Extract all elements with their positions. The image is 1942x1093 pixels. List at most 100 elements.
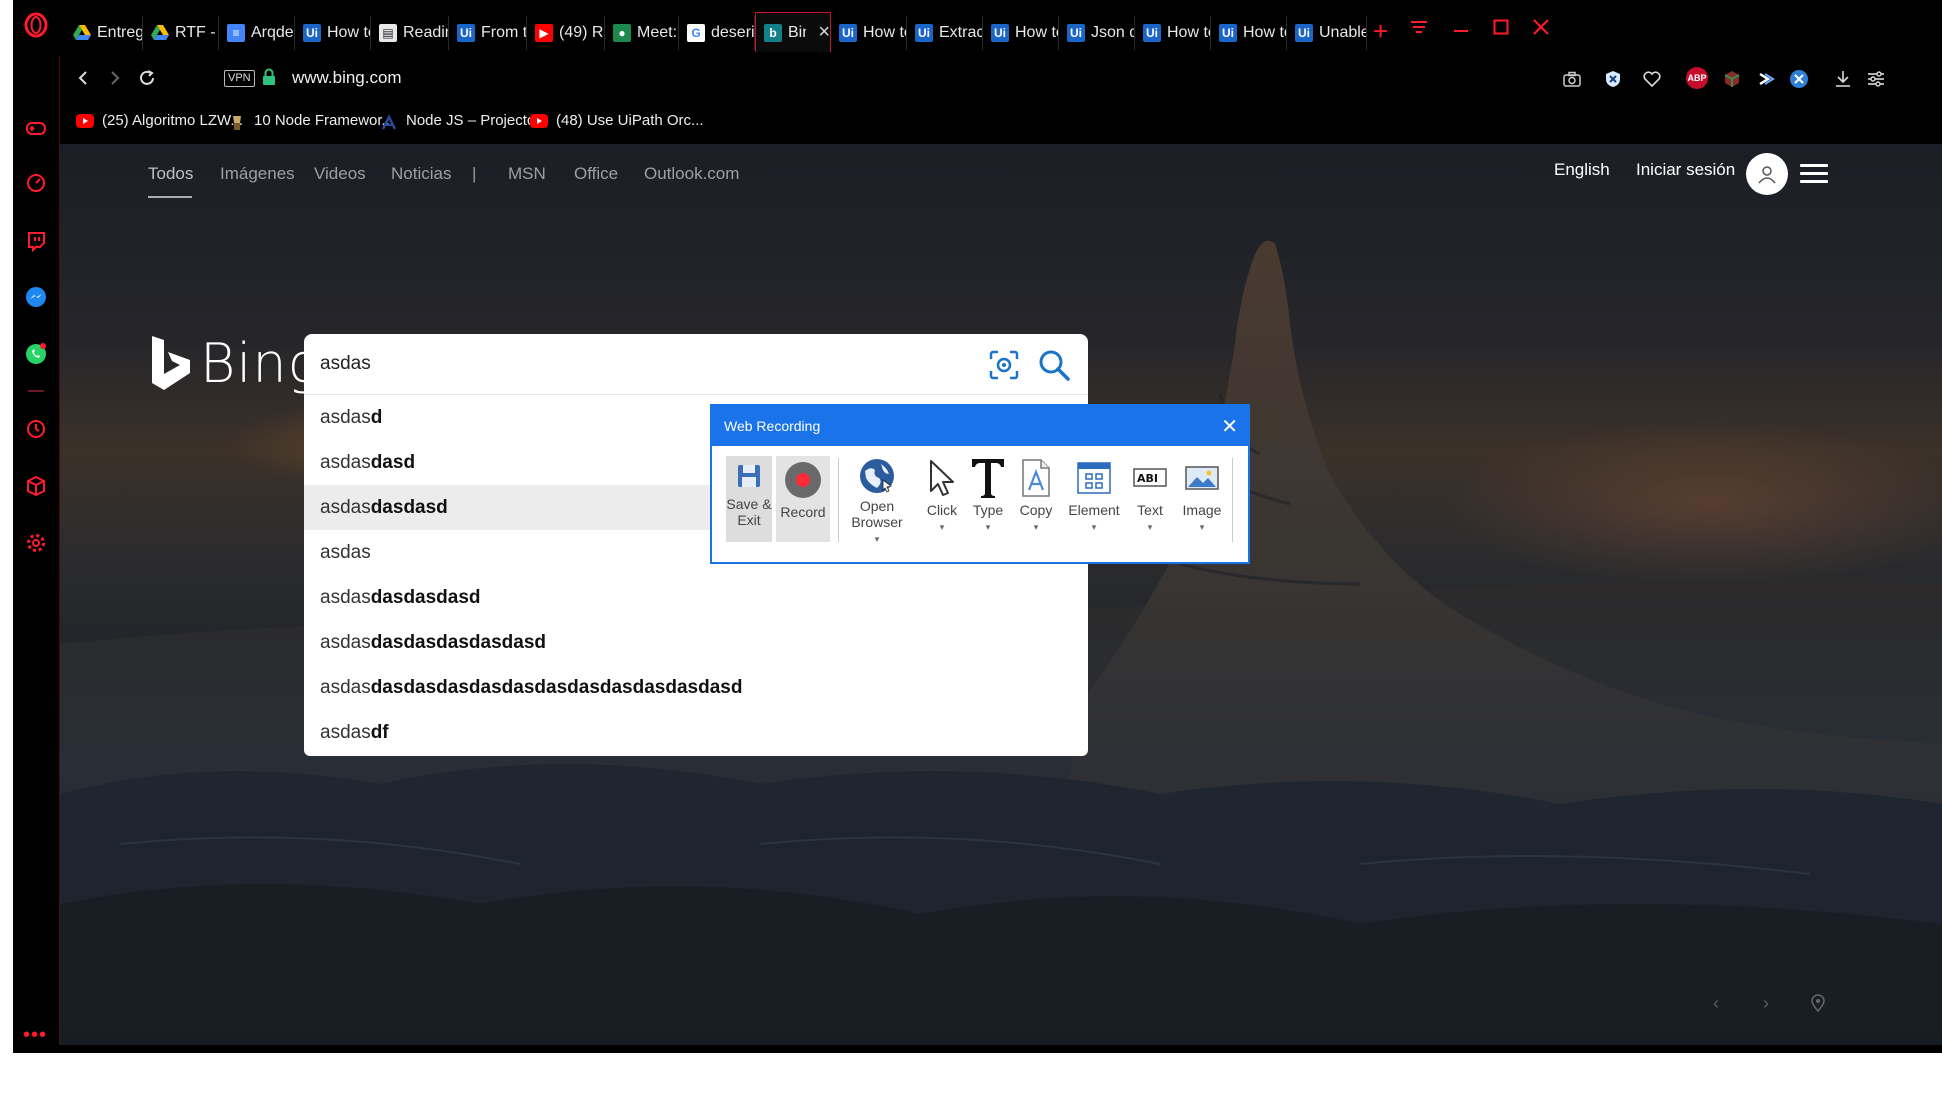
recorder-toolbar: Save & Exit Record Open Browser ▾ Click … bbox=[712, 446, 1248, 564]
search-icon[interactable] bbox=[1037, 348, 1071, 382]
suggestion-item[interactable]: asdas dasdasdasd bbox=[304, 575, 1088, 620]
suggestion-completion: dasdasdasdasdasdasdasdasdasdasdasd bbox=[370, 676, 743, 698]
tab[interactable]: Ui From th bbox=[449, 16, 527, 50]
minimize-icon[interactable] bbox=[1441, 12, 1481, 42]
close-tab-icon[interactable]: × bbox=[818, 21, 830, 44]
tab[interactable]: Ui How to bbox=[295, 16, 371, 50]
click-button[interactable]: Click ▾ bbox=[920, 456, 964, 542]
gamepad-icon[interactable] bbox=[21, 113, 51, 143]
hamburger-menu-icon[interactable] bbox=[1800, 164, 1828, 184]
save-exit-button[interactable]: Save & Exit bbox=[726, 456, 772, 542]
reload-icon[interactable] bbox=[132, 63, 162, 93]
tab[interactable]: Ui Json de bbox=[1059, 16, 1135, 50]
next-image-icon[interactable]: › bbox=[1750, 987, 1782, 1019]
location-pin-icon[interactable] bbox=[1802, 987, 1834, 1019]
nav-outlook[interactable]: Outlook.com bbox=[644, 164, 739, 184]
extensions-cube-icon[interactable] bbox=[21, 471, 51, 501]
settings-gear-icon[interactable] bbox=[21, 528, 51, 558]
lock-icon[interactable] bbox=[262, 68, 282, 88]
tab[interactable]: Entrega bbox=[65, 16, 143, 50]
nav-todos[interactable]: Todos bbox=[148, 164, 193, 184]
tab-active[interactable]: b Bing × bbox=[755, 12, 831, 52]
speed-dial-icon[interactable] bbox=[21, 168, 51, 198]
messenger-icon[interactable] bbox=[21, 282, 51, 312]
twitch-icon[interactable] bbox=[21, 226, 51, 256]
tab[interactable]: Ui Unable bbox=[1287, 16, 1367, 50]
bookmark-item[interactable]: (48) Use UiPath Orc... bbox=[530, 112, 704, 129]
type-button[interactable]: Type ▾ bbox=[968, 456, 1008, 542]
previous-image-icon[interactable]: ‹ bbox=[1700, 987, 1732, 1019]
save-exit-label: Save & Exit bbox=[726, 496, 772, 528]
close-window-icon[interactable] bbox=[1521, 12, 1561, 42]
close-icon[interactable]: ✕ bbox=[1221, 414, 1238, 439]
suggestion-item[interactable]: asdas dasdasdasdasdasd bbox=[304, 620, 1088, 665]
more-dots-icon[interactable]: ••• bbox=[23, 1024, 47, 1047]
whatsapp-icon[interactable] bbox=[21, 339, 51, 369]
visual-search-icon[interactable] bbox=[988, 349, 1020, 381]
tab[interactable]: Ui How to bbox=[1135, 16, 1211, 50]
language-link[interactable]: English bbox=[1554, 160, 1610, 180]
suggestion-prefix: asdas bbox=[320, 586, 371, 608]
forward-arrow-icon[interactable] bbox=[100, 63, 130, 93]
image-button[interactable]: Image ▾ bbox=[1176, 456, 1228, 542]
tab-label: Meet: o bbox=[637, 24, 678, 41]
tab-bar: Entrega RTF - Ar ≡ ArqdeS Ui How to ▤ Re… bbox=[59, 0, 1942, 56]
tab[interactable]: Ui Extracti bbox=[907, 16, 983, 50]
arrow-extension-icon[interactable] bbox=[1754, 67, 1778, 91]
suggestion-prefix: asdas bbox=[320, 541, 371, 563]
blue-extension-icon[interactable] bbox=[1787, 67, 1811, 91]
nav-separator: | bbox=[472, 164, 477, 183]
nav-imagenes[interactable]: Imágenes bbox=[220, 164, 295, 184]
vpn-badge[interactable]: VPN bbox=[224, 70, 255, 87]
tab[interactable]: Ui How to bbox=[1211, 16, 1287, 50]
bookmark-item[interactable]: (25) Algoritmo LZW... bbox=[76, 112, 243, 129]
tab-label: Reading bbox=[403, 24, 448, 41]
record-label: Record bbox=[780, 504, 826, 520]
nav-office[interactable]: Office bbox=[574, 164, 618, 184]
tab[interactable]: ▤ Reading bbox=[371, 16, 449, 50]
element-button[interactable]: Element ▾ bbox=[1064, 456, 1124, 542]
signin-link[interactable]: Iniciar sesión bbox=[1636, 160, 1735, 180]
uipath-icon: Ui bbox=[839, 24, 857, 42]
new-tab-plus-icon[interactable]: + bbox=[1373, 16, 1388, 47]
copy-button[interactable]: Copy ▾ bbox=[1014, 456, 1058, 542]
tab[interactable]: ≡ ArqdeS bbox=[219, 16, 295, 50]
nav-videos[interactable]: Videos bbox=[314, 164, 366, 184]
maximize-icon[interactable] bbox=[1481, 12, 1521, 42]
extension-cube-icon[interactable] bbox=[1720, 67, 1744, 91]
tab[interactable]: ▶ (49) Ru bbox=[527, 16, 605, 50]
url-field[interactable]: www.bing.com bbox=[292, 68, 402, 88]
easy-setup-icon[interactable] bbox=[1864, 67, 1888, 91]
suggestion-item[interactable]: asdas dasdasdasdasdasdasdasdasdasdasdasd bbox=[304, 665, 1088, 710]
tab-label: How to bbox=[327, 24, 370, 41]
open-browser-button[interactable]: Open Browser ▾ bbox=[844, 456, 910, 544]
shield-icon[interactable] bbox=[1601, 67, 1625, 91]
text-label: Text bbox=[1137, 502, 1163, 518]
download-icon[interactable] bbox=[1831, 67, 1855, 91]
tab-label: Extracti bbox=[939, 24, 982, 41]
tab[interactable]: Ui How to bbox=[983, 16, 1059, 50]
nav-msn[interactable]: MSN bbox=[508, 164, 546, 184]
opera-logo-icon[interactable] bbox=[19, 8, 53, 42]
tab-menu-icon[interactable] bbox=[1399, 12, 1439, 42]
bookmark-item[interactable]: Node JS – Projecto... bbox=[380, 112, 548, 130]
history-icon[interactable] bbox=[21, 414, 51, 444]
adblock-plus-icon[interactable]: ABP bbox=[1686, 67, 1708, 89]
toolbar-divider bbox=[1232, 458, 1233, 542]
avatar-icon[interactable] bbox=[1746, 153, 1788, 195]
camera-icon[interactable] bbox=[1560, 67, 1584, 91]
text-button[interactable]: ABI Text ▾ bbox=[1128, 456, 1172, 542]
bing-icon: b bbox=[764, 23, 782, 42]
tab[interactable]: RTF - Ar bbox=[143, 16, 219, 50]
tab[interactable]: Ui How to bbox=[831, 16, 907, 50]
heart-icon[interactable] bbox=[1640, 67, 1664, 91]
suggestion-item[interactable]: asdas df bbox=[304, 710, 1088, 755]
record-button[interactable]: Record bbox=[776, 456, 830, 542]
bookmark-item[interactable]: 10 Node Framewor... bbox=[228, 112, 394, 130]
sidebar-divider bbox=[28, 390, 44, 392]
back-arrow-icon[interactable] bbox=[68, 63, 98, 93]
nav-noticias[interactable]: Noticias bbox=[391, 164, 451, 184]
tab[interactable]: ● Meet: o bbox=[605, 16, 679, 50]
search-input[interactable] bbox=[320, 334, 960, 394]
tab[interactable]: G deseria bbox=[679, 16, 755, 50]
